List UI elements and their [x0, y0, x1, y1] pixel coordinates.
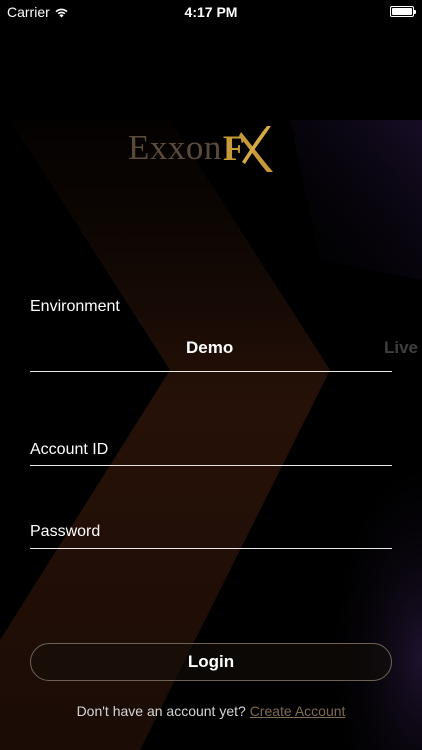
login-screen: Carrier 4:17 PM Exxon F Environment Demo… — [0, 0, 422, 750]
account-id-underline — [30, 465, 392, 466]
environment-option-demo[interactable]: Demo — [186, 338, 233, 358]
background-chevron-art — [0, 0, 422, 750]
logo-word: Exxon — [128, 128, 222, 167]
create-account-link[interactable]: Create Account — [250, 703, 346, 719]
account-id-input[interactable] — [30, 438, 392, 464]
x-swoosh-icon — [238, 126, 273, 172]
battery-fill — [392, 8, 412, 15]
password-input[interactable] — [30, 520, 392, 546]
environment-label: Environment — [30, 298, 120, 315]
status-bar: Carrier 4:17 PM — [0, 0, 422, 24]
exxonfx-logo: Exxon F — [128, 122, 277, 174]
environment-underline — [30, 371, 392, 372]
status-time: 4:17 PM — [184, 4, 238, 20]
signup-row: Don't have an account yet? Create Accoun… — [0, 703, 422, 719]
login-button[interactable]: Login — [30, 643, 392, 681]
signup-prompt: Don't have an account yet? — [76, 703, 246, 719]
password-underline — [30, 548, 392, 549]
environment-option-live[interactable]: Live — [384, 338, 418, 358]
battery-icon — [390, 6, 416, 17]
